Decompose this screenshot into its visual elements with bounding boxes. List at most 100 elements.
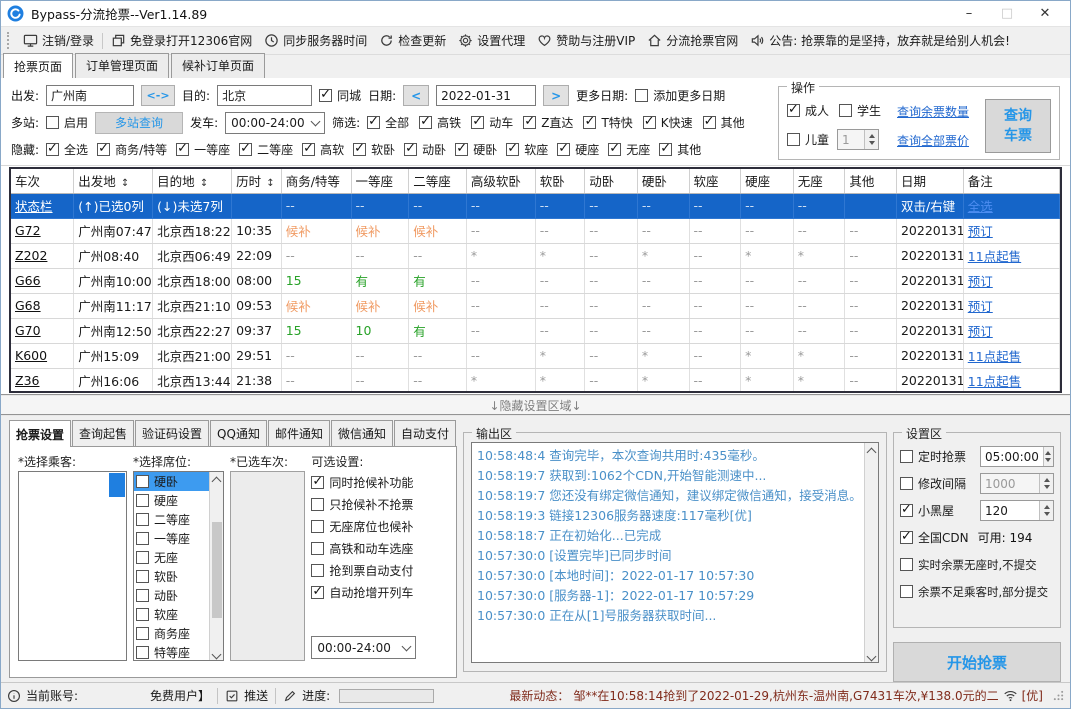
column-header-软座[interactable]: 软座 xyxy=(689,169,742,194)
seat-item-1[interactable]: 硬卧 xyxy=(133,472,210,491)
filter-checkbox-3[interactable]: 动车 xyxy=(471,114,513,131)
checkbox-box[interactable] xyxy=(900,502,913,517)
checkbox-box[interactable] xyxy=(506,141,520,156)
toolbar-item-1[interactable]: 注销/登录 xyxy=(17,29,100,53)
checkbox-box[interactable] xyxy=(900,558,913,571)
column-header-出发地[interactable]: 出发地 ↕ xyxy=(73,169,154,194)
checkbox-box[interactable] xyxy=(787,133,800,146)
scroll-down-icon[interactable] xyxy=(866,651,877,662)
grab-option-4[interactable]: 高铁和动车选座 xyxy=(311,537,448,559)
scroll-up-icon[interactable] xyxy=(211,476,222,487)
prev-date-button[interactable]: < xyxy=(403,85,430,106)
note-link[interactable]: 预订 xyxy=(968,224,993,239)
hide-checkbox-12[interactable]: 其他 xyxy=(659,141,701,158)
date-input[interactable]: 2022-01-31 xyxy=(436,85,537,106)
hide-checkbox-10[interactable]: 硬座 xyxy=(557,141,599,158)
partial-submit-checkbox[interactable]: 余票不足乘客时,部分提交 xyxy=(900,584,1048,600)
close-button[interactable]: ✕ xyxy=(1026,2,1064,26)
seat-item-8[interactable]: 软座 xyxy=(134,605,209,624)
checkbox-box[interactable] xyxy=(239,141,253,156)
settings-tab-7[interactable]: 自动支付 xyxy=(393,420,456,446)
column-header-车次[interactable]: 车次 xyxy=(11,169,75,194)
log-scrollbar[interactable] xyxy=(864,443,878,662)
page-tab-3[interactable]: 候补订单页面 xyxy=(171,53,266,78)
column-header-硬卧[interactable]: 硬卧 xyxy=(637,169,690,194)
dest-station-input[interactable]: 北京 xyxy=(217,85,313,106)
checkbox-box[interactable] xyxy=(583,114,597,129)
column-header-备注[interactable]: 备注 xyxy=(963,169,1060,194)
scroll-down-icon[interactable] xyxy=(211,649,222,660)
hide-checkbox-1[interactable]: 全选 xyxy=(46,141,88,158)
train-number-link[interactable]: G70 xyxy=(15,323,41,338)
checkbox-box[interactable] xyxy=(635,89,649,102)
settings-tab-1[interactable]: 抢票设置 xyxy=(9,420,72,447)
enable-multi-checkbox[interactable]: 启用 xyxy=(46,114,88,131)
spin-up-button[interactable] xyxy=(1043,447,1053,457)
train-number-link[interactable]: Z36 xyxy=(15,373,39,388)
hide-checkbox-9[interactable]: 软座 xyxy=(506,141,548,158)
settings-tab-2[interactable]: 查询起售 xyxy=(72,420,135,446)
filter-checkbox-1[interactable]: 全部 xyxy=(367,114,409,131)
adult-checkbox[interactable]: 成人 xyxy=(787,102,829,119)
timed-grab-spinner[interactable]: 05:00:00 xyxy=(980,446,1054,467)
blackroom-checkbox[interactable]: 小黑屋 xyxy=(900,502,954,519)
checkbox-box[interactable] xyxy=(367,114,381,129)
checkbox-box[interactable] xyxy=(523,114,537,129)
page-tab-2[interactable]: 订单管理页面 xyxy=(75,53,170,78)
note-link[interactable]: 11点起售 xyxy=(968,349,1021,364)
table-row-K600[interactable]: K600 广州15:09 北京西21:00 29:51 -- -- -- -- * -- * -- * *… xyxy=(11,343,1060,369)
checkbox-box[interactable] xyxy=(46,141,60,156)
column-header-高级软卧[interactable]: 高级软卧 xyxy=(466,169,536,194)
checkbox-box[interactable] xyxy=(176,141,190,156)
toolbar-item-2[interactable]: 免登录打开12306官网 xyxy=(105,29,258,53)
interval-checkbox[interactable]: 修改间隔 xyxy=(900,475,966,492)
train-number-link[interactable]: Z202 xyxy=(15,248,47,263)
grab-option-2[interactable]: 只抢候补不抢票 xyxy=(311,493,448,515)
settings-tab-5[interactable]: 邮件通知 xyxy=(267,420,330,446)
train-number-link[interactable]: K600 xyxy=(15,348,47,363)
next-date-button[interactable]: > xyxy=(543,85,570,106)
cdn-checkbox[interactable]: 全国CDN xyxy=(900,529,969,546)
toolbar-item-8[interactable]: 公告: 抢票靠的是坚持，放弃就是给别人机会! xyxy=(744,29,1016,53)
checkbox-box[interactable] xyxy=(311,519,325,533)
toolbar-item-3[interactable]: 同步服务器时间 xyxy=(258,29,373,53)
note-link[interactable]: 预订 xyxy=(968,299,993,314)
train-number-link[interactable]: G72 xyxy=(15,223,41,238)
settings-tab-4[interactable]: QQ通知 xyxy=(210,420,267,446)
checkbox-box[interactable] xyxy=(311,474,325,489)
hide-checkbox-7[interactable]: 动卧 xyxy=(404,141,446,158)
grab-option-5[interactable]: 抢到票自动支付 xyxy=(311,559,448,581)
passenger-list[interactable] xyxy=(18,471,127,661)
column-header-软卧[interactable]: 软卧 xyxy=(535,169,586,194)
query-tickets-button[interactable]: 查询 车票 xyxy=(985,99,1051,153)
table-row-G72[interactable]: G72 广州南07:47 北京西18:22 10:35 候补 候补 候补 -- -- -- -- --… xyxy=(11,218,1060,244)
checkbox-box[interactable] xyxy=(404,141,418,156)
toolbar-item-5[interactable]: 设置代理 xyxy=(452,29,531,53)
checkbox-box[interactable] xyxy=(97,141,111,156)
scroll-thumb[interactable] xyxy=(211,521,222,618)
hide-checkbox-2[interactable]: 商务/特等 xyxy=(97,141,167,158)
resize-grip-icon[interactable] xyxy=(1053,690,1064,701)
depart-time-combo[interactable]: 00:00-24:00 xyxy=(225,111,326,134)
column-header-硬座[interactable]: 硬座 xyxy=(740,169,794,194)
checkbox-box[interactable] xyxy=(659,141,673,156)
page-tab-1[interactable]: 抢票页面 xyxy=(3,53,74,79)
checkbox-box[interactable] xyxy=(702,114,716,129)
seat-item-2[interactable]: 硬座 xyxy=(134,491,209,510)
no-seat-checkbox[interactable]: 实时余票无座时,不提交 xyxy=(900,557,1037,573)
multi-query-button[interactable]: 多站查询 xyxy=(95,111,184,134)
checkbox-box[interactable] xyxy=(900,529,913,544)
push-toggle[interactable]: 推送 xyxy=(225,687,268,704)
checkbox-box[interactable] xyxy=(135,627,149,640)
seat-item-5[interactable]: 无座 xyxy=(134,548,209,567)
checkbox-box[interactable] xyxy=(353,141,367,156)
checkbox-box[interactable] xyxy=(135,532,149,545)
checkbox-box[interactable] xyxy=(900,477,913,490)
checkbox-box[interactable] xyxy=(419,114,433,129)
checkbox-box[interactable] xyxy=(471,114,485,129)
settings-tab-3[interactable]: 验证码设置 xyxy=(135,420,210,446)
column-header-商务/特等[interactable]: 商务/特等 xyxy=(281,169,352,194)
note-link[interactable]: 全选 xyxy=(968,199,993,214)
checkbox-box[interactable] xyxy=(557,141,571,156)
filter-checkbox-2[interactable]: 高铁 xyxy=(419,114,461,131)
